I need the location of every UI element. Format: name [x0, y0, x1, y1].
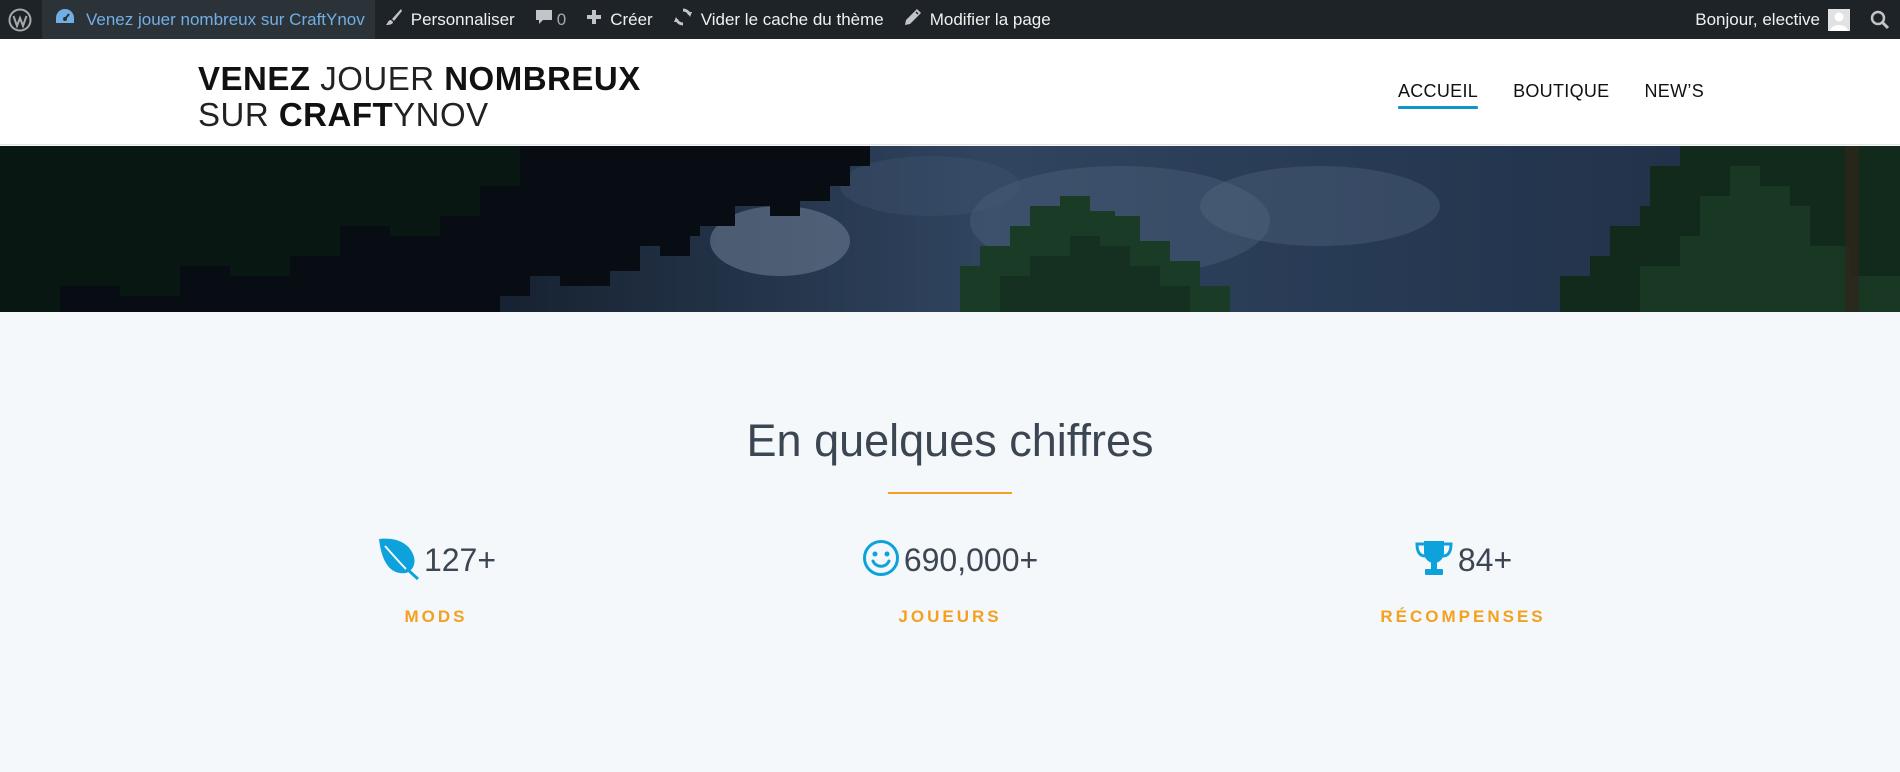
site-title-word: VENEZ	[198, 60, 311, 97]
stat-item-recompenses: 84+ RÉCOMPENSES	[1263, 535, 1663, 645]
stats-section: En quelques chiffres 127+ MODS 690,000+ …	[0, 312, 1900, 772]
stat-label: JOUEURS	[898, 607, 1002, 626]
site-title-word: YNOV	[393, 96, 489, 133]
site-title-word: SUR	[198, 96, 279, 133]
trophy-icon	[1414, 538, 1454, 583]
admin-bar: Venez jouer nombreux sur CraftYnov Perso…	[0, 0, 1900, 39]
customize-label: Personnaliser	[410, 9, 515, 29]
clear-cache-link[interactable]: Vider le cache du thème	[663, 0, 894, 39]
site-title-word: NOMBREUX	[444, 60, 641, 97]
leaf-icon	[376, 535, 420, 586]
site-title-word: CRAFT	[278, 96, 394, 133]
edit-page-link[interactable]: Modifier la page	[894, 0, 1061, 39]
comments-count: 0	[556, 9, 567, 29]
site-name-label: Venez jouer nombreux sur CraftYnov	[86, 9, 365, 29]
stat-item-mods: 127+ MODS	[236, 535, 636, 645]
comments-link[interactable]: 0	[525, 0, 576, 39]
stat-value: 127+	[423, 541, 497, 578]
title-divider	[888, 492, 1012, 494]
nav-item-news[interactable]: NEW’S	[1645, 81, 1705, 109]
plus-icon	[586, 9, 602, 30]
greeting-label: Bonjour, elective	[1695, 9, 1820, 29]
site-title-word: JOUER	[310, 60, 445, 97]
edit-page-label: Modifier la page	[929, 9, 1051, 29]
site-header: VENEZ JOUER NOMBREUX SUR CRAFTYNOV ACCUE…	[0, 39, 1900, 145]
smiley-icon	[862, 539, 900, 582]
customize-link[interactable]: Personnaliser	[375, 0, 525, 39]
clear-cache-label: Vider le cache du thème	[700, 9, 884, 29]
hero-banner-image	[0, 146, 1900, 312]
paintbrush-icon	[385, 8, 403, 31]
pencil-icon	[904, 8, 922, 31]
site-title-line-1: VENEZ JOUER NOMBREUX	[198, 61, 641, 97]
comment-bubble-icon	[535, 8, 553, 31]
section-title: En quelques chiffres	[746, 415, 1154, 466]
stat-value: 84+	[1457, 541, 1513, 578]
refresh-icon	[673, 7, 693, 32]
main-navigation: ACCUEIL BOUTIQUE NEW’S	[1397, 81, 1705, 109]
my-account-link[interactable]: Bonjour, elective	[1685, 0, 1860, 39]
avatar	[1828, 8, 1850, 31]
stat-label: RÉCOMPENSES	[1380, 607, 1546, 626]
nav-item-accueil[interactable]: ACCUEIL	[1397, 81, 1479, 109]
wordpress-logo-icon[interactable]	[0, 0, 42, 39]
stat-label: MODS	[404, 607, 468, 626]
nav-item-boutique[interactable]: BOUTIQUE	[1513, 81, 1609, 109]
stat-item-joueurs: 690,000+ JOUEURS	[750, 535, 1150, 645]
new-content-label: Créer	[610, 9, 653, 29]
site-name-link[interactable]: Venez jouer nombreux sur CraftYnov	[42, 0, 375, 39]
admin-search-icon[interactable]	[1860, 0, 1900, 39]
site-title-line-2: SUR CRAFTYNOV	[198, 97, 641, 133]
site-title-link[interactable]: VENEZ JOUER NOMBREUX SUR CRAFTYNOV	[198, 61, 641, 133]
stat-value: 690,000+	[903, 541, 1039, 578]
new-content-link[interactable]: Créer	[576, 0, 663, 39]
dashboard-icon	[54, 7, 76, 32]
